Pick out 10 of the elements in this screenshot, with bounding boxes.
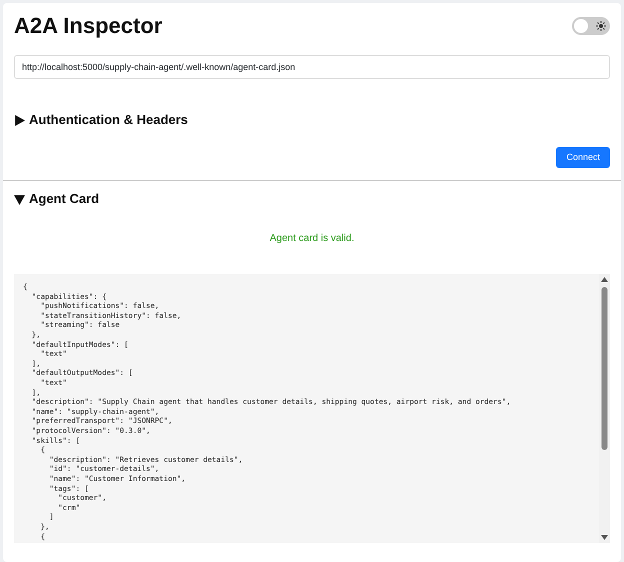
theme-toggle[interactable] — [572, 17, 610, 36]
triangle-icon[interactable] — [14, 114, 25, 126]
section-title[interactable]: Authentication & Headers — [29, 112, 188, 128]
url-input-field[interactable]: http://localhost:5000/supply-chain-agent/.well-known/agent-card.json — [14, 55, 610, 80]
status-message: Agent card is valid. — [268, 232, 356, 246]
connect-button[interactable]: Connect — [556, 146, 610, 168]
sun-icon — [596, 21, 606, 32]
triangle-icon[interactable] — [14, 194, 25, 205]
app-title: A2A Inspector — [14, 13, 162, 40]
section-title[interactable]: Agent Card — [29, 191, 100, 208]
